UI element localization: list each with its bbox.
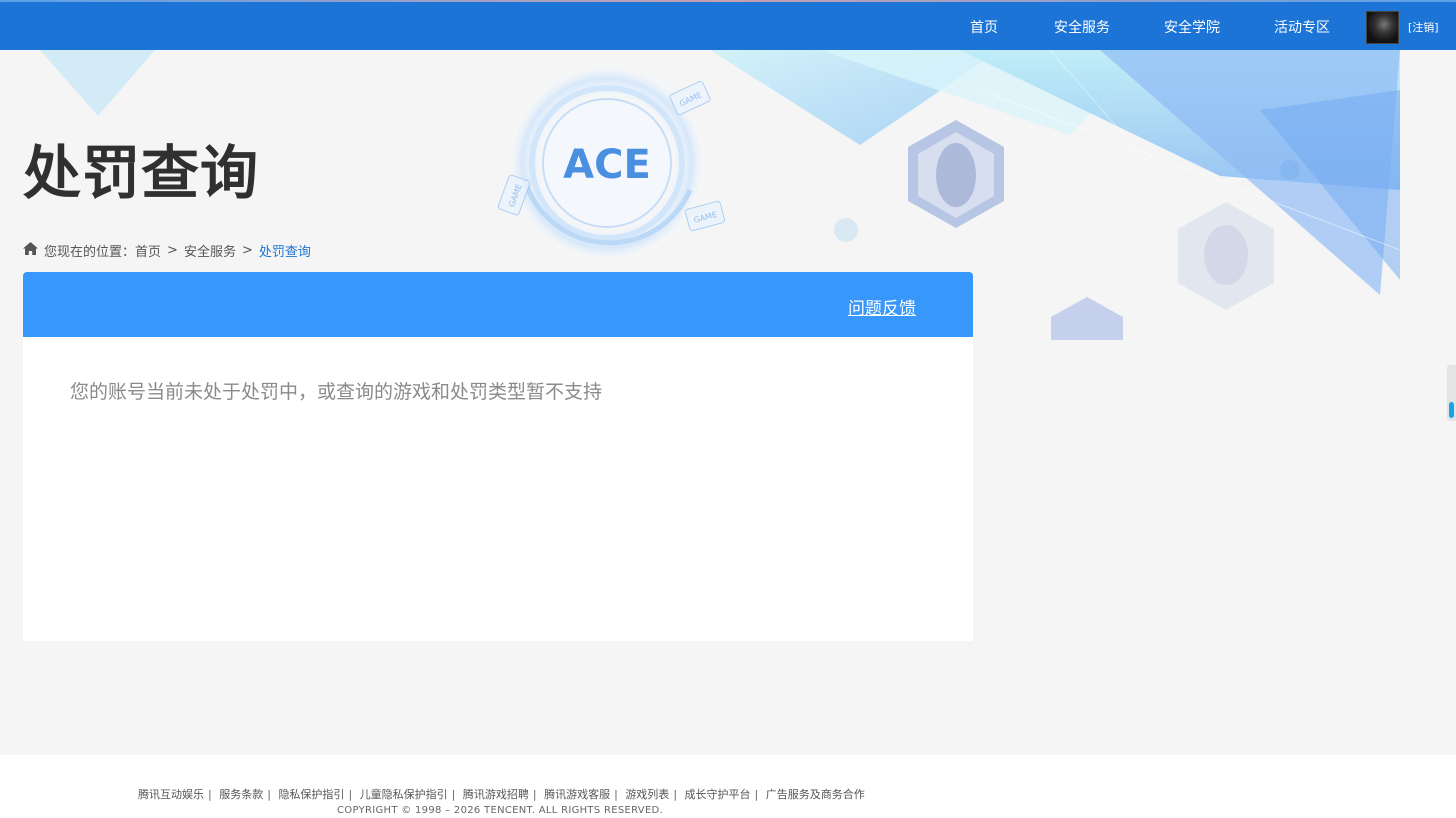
footer-link-jobs[interactable]: 腾讯游戏招聘 — [463, 788, 529, 801]
nav-home[interactable]: 首页 — [970, 17, 998, 37]
home-icon — [23, 242, 38, 259]
footer-divider: | — [348, 788, 353, 801]
user-avatar[interactable] — [1366, 11, 1399, 44]
footer-divider: | — [267, 788, 271, 801]
breadcrumb-current: 处罚查询 — [258, 245, 311, 260]
footer-divider: | — [754, 788, 759, 801]
result-message: 您的账号当前未处于处罚中，或查询的游戏和处罚类型暂不支持 — [70, 381, 603, 403]
breadcrumb-home[interactable]: 首页 — [135, 241, 161, 260]
nav-activity-zone[interactable]: 活动专区 — [1274, 17, 1330, 37]
footer-link-privacy[interactable]: 隐私保护指引 — [278, 788, 344, 801]
footer-link-ads[interactable]: 广告服务及商务合作 — [766, 788, 865, 801]
footer-divider: | — [614, 788, 618, 801]
breadcrumb-separator: > — [167, 243, 178, 258]
footer: 腾讯互动娱乐 | 服务条款 | 隐私保护指引 | 儿童隐私保护指引 | 腾讯游戏招聘 | … — [0, 755, 1456, 818]
breadcrumb: 您现在的位置： 首页 > 安全服务 > 处罚查询 — [23, 241, 311, 260]
nav-security-service[interactable]: 安全服务 — [1054, 17, 1110, 37]
logout-link[interactable]: [注销] — [1408, 19, 1439, 35]
ace-logo-text: ACE — [563, 142, 651, 188]
side-scrollbar-thumb[interactable] — [1449, 402, 1454, 418]
footer-link-terms[interactable]: 服务条款 — [219, 788, 263, 801]
footer-links: 腾讯互动娱乐 | 服务条款 | 隐私保护指引 | 儿童隐私保护指引 | 腾讯游戏招聘 | … — [138, 786, 865, 802]
copyright: COPYRIGHT © 1998 – 2026 TENCENT. ALL RIG… — [337, 805, 664, 816]
footer-link-growth-guard[interactable]: 成长守护平台 — [685, 788, 751, 801]
breadcrumb-separator: > — [241, 243, 253, 258]
footer-link-support[interactable]: 腾讯游戏客服 — [544, 788, 610, 801]
footer-divider: | — [532, 788, 537, 801]
result-card-body: 您的账号当前未处于处罚中，或查询的游戏和处罚类型暂不支持 — [23, 337, 973, 641]
top-navbar: 首页 安全服务 安全学院 活动专区 [注销] — [0, 2, 1456, 50]
page-title: 处罚查询 — [23, 139, 260, 207]
footer-divider: | — [208, 788, 212, 801]
breadcrumb-security-service[interactable]: 安全服务 — [184, 241, 236, 260]
footer-divider: | — [451, 788, 456, 801]
feedback-link[interactable]: 问题反馈 — [848, 294, 916, 319]
footer-divider: | — [673, 788, 678, 801]
result-card-header: 问题反馈 — [23, 272, 973, 337]
footer-link-game-list[interactable]: 游戏列表 — [625, 788, 669, 801]
footer-link-child-privacy[interactable]: 儿童隐私保护指引 — [360, 788, 448, 801]
footer-link-tencent-ent[interactable]: 腾讯互动娱乐 — [138, 788, 204, 801]
breadcrumb-prefix: 您现在的位置： — [44, 245, 136, 260]
nav-security-academy[interactable]: 安全学院 — [1164, 17, 1220, 37]
